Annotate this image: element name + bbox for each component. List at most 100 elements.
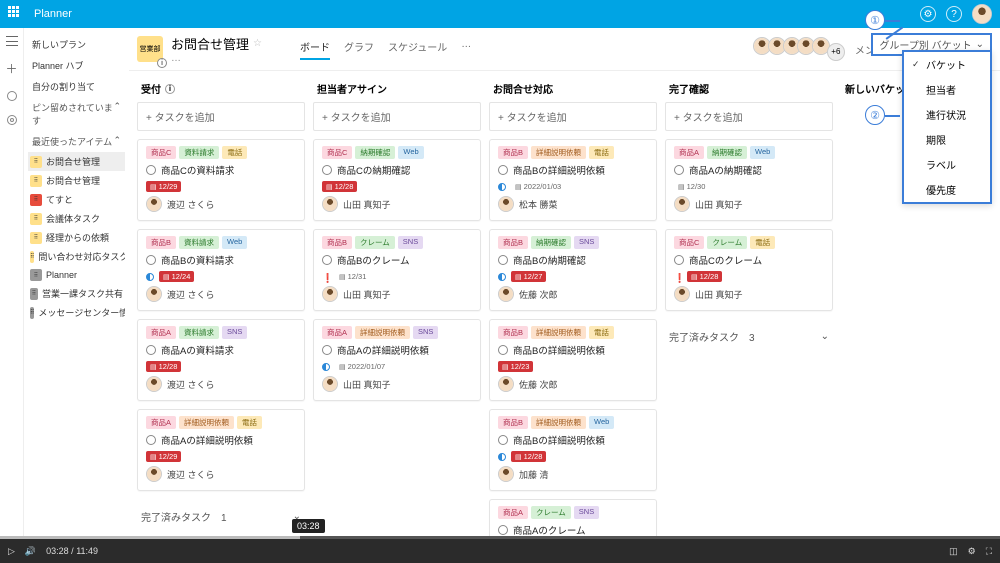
complete-circle[interactable] xyxy=(322,165,332,175)
task-card[interactable]: 商品A資料請求SNS 商品Aの資料請求 12/28 渡辺 さくら xyxy=(137,319,305,401)
assignee-avatar xyxy=(322,286,338,302)
task-card[interactable]: 商品B詳細説明依頼Web 商品Bの詳細説明依頼 12/28 加藤 清 xyxy=(489,409,657,491)
tab-more[interactable]: … xyxy=(461,39,471,60)
seek-bar[interactable] xyxy=(0,536,1000,539)
hub-link[interactable]: Planner ハブ xyxy=(28,55,125,76)
dropdown-item[interactable]: バケット xyxy=(904,52,990,77)
dropdown-item[interactable]: 進行状況 xyxy=(904,102,990,127)
assignee-avatar xyxy=(146,466,162,482)
card-tag: クレーム xyxy=(355,236,395,249)
plan-icon: 営業部 i xyxy=(137,36,163,62)
assigned-link[interactable]: 自分の割り当て xyxy=(28,76,125,97)
complete-circle[interactable] xyxy=(498,165,508,175)
complete-circle[interactable] xyxy=(498,345,508,355)
task-card[interactable]: 商品Cクレーム電話 商品Cのクレーム ❗12/28 山田 真知子 xyxy=(665,229,833,311)
sidebar-plan-item[interactable]: ⠿問い合わせ対応タスク xyxy=(28,247,125,266)
due-date: 12/24 xyxy=(159,271,194,282)
nav-hub-icon[interactable] xyxy=(7,91,17,101)
plan-item-icon: ⠿ xyxy=(30,213,42,225)
card-tag: 商品B xyxy=(498,236,528,249)
add-task-button[interactable]: タスクを追加 xyxy=(313,102,481,131)
plan-item-icon: ⠿ xyxy=(30,269,42,281)
settings-video-icon[interactable]: ⚙ xyxy=(968,546,976,557)
completed-toggle[interactable]: 完了済みタスク 3⌄ xyxy=(665,323,833,350)
sidebar-plan-item[interactable]: ⠿お問合せ管理 xyxy=(28,152,125,171)
add-task-button[interactable]: タスクを追加 xyxy=(665,102,833,131)
task-card[interactable]: 商品B詳細説明依頼電話 商品Bの詳細説明依頼 2022/01/03 松本 勝菜 xyxy=(489,139,657,221)
assignee: 渡辺 さくら xyxy=(146,376,296,392)
card-tag: SNS xyxy=(398,236,423,249)
task-card[interactable]: 商品BクレームSNS 商品Bのクレーム ❗12/31 山田 真知子 xyxy=(313,229,481,311)
dropdown-item[interactable]: ラベル xyxy=(904,152,990,177)
card-title: 商品Cのクレーム xyxy=(689,253,762,267)
user-avatar[interactable] xyxy=(972,4,992,24)
sidebar-plan-item[interactable]: ⠿メッセージセンター情… xyxy=(28,303,125,322)
sidebar-plan-item[interactable]: ⠿会議体タスク xyxy=(28,209,125,228)
card-tag: 詳細説明依頼 xyxy=(179,416,234,429)
new-plan-link[interactable]: 新しいプラン xyxy=(28,34,125,55)
complete-circle[interactable] xyxy=(146,345,156,355)
complete-circle[interactable] xyxy=(146,435,156,445)
complete-circle[interactable] xyxy=(322,345,332,355)
card-tag: 商品C xyxy=(322,146,352,159)
add-task-button[interactable]: タスクを追加 xyxy=(489,102,657,131)
sidebar-plan-item[interactable]: ⠿経理からの依頼 xyxy=(28,228,125,247)
card-title: 商品Bの詳細説明依頼 xyxy=(513,343,605,357)
task-card[interactable]: 商品AクレームSNS 商品Aのクレーム ❗12/27 木村 結衣 xyxy=(489,499,657,536)
dropdown-item[interactable]: 優先度 xyxy=(904,177,990,202)
complete-circle[interactable] xyxy=(498,525,508,535)
card-title: 商品Bの資料請求 xyxy=(161,253,234,267)
fullscreen-icon[interactable]: ⛶ xyxy=(986,546,992,557)
complete-circle[interactable] xyxy=(674,165,684,175)
complete-circle[interactable] xyxy=(146,255,156,265)
tab-schedule[interactable]: スケジュール xyxy=(388,39,447,60)
info-icon[interactable]: i xyxy=(165,84,175,94)
star-icon[interactable]: ☆ xyxy=(253,38,262,49)
assignee-avatar xyxy=(674,196,690,212)
task-card[interactable]: 商品A詳細説明依頼SNS 商品Aの詳細説明依頼 2022/01/07 山田 真知… xyxy=(313,319,481,401)
completed-toggle[interactable]: 完了済みタスク 1⌄ xyxy=(137,503,305,530)
nav-add-icon[interactable]: ＋ xyxy=(5,60,17,77)
task-card[interactable]: 商品B資料請求Web 商品Bの資料請求 12/24 渡辺 さくら xyxy=(137,229,305,311)
sidebar-plan-item[interactable]: ⠿てすと xyxy=(28,190,125,209)
sidebar-plan-item[interactable]: ⠿お問合せ管理 xyxy=(28,171,125,190)
sidebar-plan-item[interactable]: ⠿営業一課タスク共有 xyxy=(28,284,125,303)
tab-board[interactable]: ボード xyxy=(300,39,330,60)
menu-icon[interactable] xyxy=(6,36,18,46)
plan-item-icon: ⠿ xyxy=(30,288,38,300)
add-task-button[interactable]: タスクを追加 xyxy=(137,102,305,131)
play-icon[interactable]: ▷ xyxy=(8,546,15,557)
member-avatars[interactable]: +6 xyxy=(759,37,845,61)
complete-circle[interactable] xyxy=(674,255,684,265)
task-card[interactable]: 商品C資料請求電話 商品Cの資料請求 12/29 渡辺 さくら xyxy=(137,139,305,221)
task-card[interactable]: 商品A詳細説明依頼電話 商品Aの詳細説明依頼 12/29 渡辺 さくら xyxy=(137,409,305,491)
task-card[interactable]: 商品B納期確認SNS 商品Bの納期確認 12/27 佐藤 次郎 xyxy=(489,229,657,311)
card-tag: 商品A xyxy=(674,146,704,159)
recent-section[interactable]: 最近使ったアイテム⌃ xyxy=(28,131,125,152)
volume-icon[interactable]: 🔊 xyxy=(25,546,36,557)
complete-circle[interactable] xyxy=(146,165,156,175)
card-tag: 商品A xyxy=(146,326,176,339)
task-card[interactable]: 商品C納期確認Web 商品Cの納期確認 12/28 山田 真知子 xyxy=(313,139,481,221)
dropdown-item[interactable]: 担当者 xyxy=(904,77,990,102)
complete-circle[interactable] xyxy=(322,255,332,265)
dropdown-item[interactable]: 期限 xyxy=(904,127,990,152)
sidebar-plan-item[interactable]: ⠿Planner xyxy=(28,266,125,284)
nav-assigned-icon[interactable] xyxy=(7,115,17,125)
app-launcher-icon[interactable] xyxy=(8,6,24,22)
task-card[interactable]: 商品B詳細説明依頼電話 商品Bの詳細説明依頼 12/23 佐藤 次郎 xyxy=(489,319,657,401)
nav-rail: ＋ xyxy=(0,28,24,536)
card-tag: 商品C xyxy=(674,236,704,249)
settings-icon[interactable]: ⚙ xyxy=(920,6,936,22)
assignee: 渡辺 さくら xyxy=(146,286,296,302)
video-controls: ▷ 🔊 03:28 / 11:49 ◫ ⚙ ⛶ xyxy=(0,536,1000,563)
chevron-down-icon: ⌄ xyxy=(976,39,984,50)
task-card[interactable]: 商品A納期確認Web 商品Aの納期確認 12/30 山田 真知子 xyxy=(665,139,833,221)
callout-two: ② xyxy=(865,105,885,125)
complete-circle[interactable] xyxy=(498,435,508,445)
help-icon[interactable]: ? xyxy=(946,6,962,22)
cc-icon[interactable]: ◫ xyxy=(949,546,958,557)
pinned-section[interactable]: ピン留めされています⌃ xyxy=(28,97,125,131)
tab-chart[interactable]: グラフ xyxy=(344,39,374,60)
complete-circle[interactable] xyxy=(498,255,508,265)
